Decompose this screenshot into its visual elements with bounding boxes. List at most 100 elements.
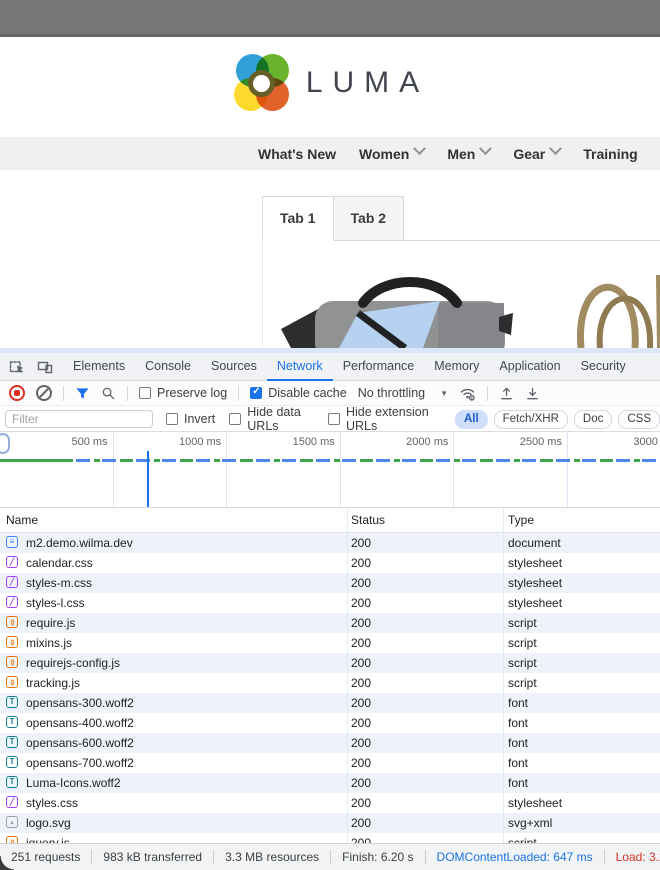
devtools-tab-label: Sources (211, 359, 257, 373)
table-row[interactable]: opensans-400.woff2 200 font (0, 713, 660, 733)
request-status: 200 (351, 553, 371, 573)
toolbar-divider (238, 386, 239, 401)
request-type-icon (6, 776, 18, 788)
nav-item[interactable]: Training (583, 146, 637, 162)
table-row[interactable]: opensans-300.woff2 200 font (0, 693, 660, 713)
export-har-icon[interactable] (525, 386, 540, 401)
filter-checkbox-group[interactable]: Hide data URLs (229, 407, 314, 432)
clear-network-log-icon[interactable] (36, 385, 52, 401)
filter-checkbox[interactable] (166, 413, 178, 425)
request-type-icon (6, 676, 18, 688)
devtools-tab[interactable]: Memory (424, 353, 489, 381)
request-type: script (508, 833, 537, 843)
timeline-tick-label: 2000 ms (406, 436, 448, 448)
column-header-status[interactable]: Status (351, 513, 385, 527)
nav-item[interactable]: Women (359, 146, 424, 162)
request-name: logo.svg (26, 813, 71, 833)
devtools-tab[interactable]: Elements (63, 353, 135, 381)
network-request-table: Name Status Type m2.demo.wilma.dev 200 d… (0, 508, 660, 843)
request-name: Luma-Icons.woff2 (26, 773, 121, 793)
request-type-icon (6, 596, 18, 608)
column-divider[interactable] (347, 508, 348, 843)
product-tab[interactable]: Tab 2 (334, 196, 405, 241)
table-row[interactable]: requirejs-config.js 200 script (0, 653, 660, 673)
luma-logo-text: LUMA (306, 66, 429, 100)
request-type: stylesheet (508, 593, 562, 613)
product-tab-label: Tab 1 (280, 210, 316, 226)
throttling-select[interactable]: No throttling ▼ (358, 386, 448, 400)
devtools-tab[interactable]: Performance (333, 353, 425, 381)
network-conditions-icon[interactable] (459, 385, 476, 402)
screen-corner (0, 856, 14, 870)
product-tab[interactable]: Tab 1 (262, 196, 334, 241)
status-bar-item-text: Load: 3.27 s (616, 850, 660, 864)
disable-cache-checkbox[interactable] (250, 387, 262, 399)
table-row[interactable]: mixins.js 200 script (0, 633, 660, 653)
devtools-tab[interactable]: Sources (201, 353, 267, 381)
nav-item-label: Women (359, 146, 409, 162)
inspect-element-icon[interactable] (9, 359, 25, 375)
record-network-log-icon[interactable] (9, 385, 25, 401)
filter-checkbox[interactable] (328, 413, 340, 425)
table-row[interactable]: Luma-Icons.woff2 200 font (0, 773, 660, 793)
preserve-log-label: Preserve log (157, 386, 227, 400)
column-divider[interactable] (503, 508, 504, 843)
nav-item[interactable]: What's New (258, 146, 336, 162)
request-type-pill-label: CSS (627, 413, 651, 425)
table-row[interactable]: opensans-700.woff2 200 font (0, 753, 660, 773)
preserve-log-checkbox[interactable] (139, 387, 151, 399)
table-row[interactable]: tracking.js 200 script (0, 673, 660, 693)
select-caret-icon: ▼ (440, 389, 448, 398)
table-row[interactable]: opensans-600.woff2 200 font (0, 733, 660, 753)
table-row[interactable]: jquery.js 200 script (0, 833, 660, 843)
preserve-log-toggle[interactable]: Preserve log (139, 386, 227, 400)
nav-item[interactable]: Men (447, 146, 490, 162)
timeline-tick: 2000 ms (341, 432, 455, 507)
request-name: m2.demo.wilma.dev (26, 533, 133, 553)
request-type-icon (6, 556, 18, 568)
request-name: require.js (26, 613, 75, 633)
filter-checkbox-group[interactable]: Hide extension URLs (328, 407, 436, 432)
request-status: 200 (351, 833, 371, 843)
disable-cache-toggle[interactable]: Disable cache (250, 386, 347, 400)
import-har-icon[interactable] (499, 386, 514, 401)
filter-checkbox[interactable] (229, 413, 241, 425)
timeline-tick-label: 1500 ms (293, 436, 335, 448)
table-row[interactable]: styles-l.css 200 stylesheet (0, 593, 660, 613)
table-row[interactable]: logo.svg 200 svg+xml (0, 813, 660, 833)
filter-input[interactable] (5, 410, 153, 428)
status-bar-item: 3.3 MB resources (214, 850, 331, 864)
devtools-tab[interactable]: Console (135, 353, 201, 381)
devtools-tab[interactable]: Security (571, 353, 636, 381)
table-row[interactable]: styles.css 200 stylesheet (0, 793, 660, 813)
request-type: script (508, 673, 537, 693)
devtools-tab[interactable]: Network (267, 353, 333, 381)
table-row[interactable]: m2.demo.wilma.dev 200 document (0, 533, 660, 553)
column-header-name[interactable]: Name (6, 513, 38, 527)
status-bar-item-text: Finish: 6.20 s (342, 850, 413, 864)
table-row[interactable]: styles-m.css 200 stylesheet (0, 573, 660, 593)
filter-checkbox-label: Hide data URLs (247, 407, 314, 432)
timeline-tick-label: 2500 ms (520, 436, 562, 448)
devtools-tab[interactable]: Application (489, 353, 570, 381)
luma-logo[interactable]: LUMA (0, 54, 660, 112)
device-toolbar-icon[interactable] (37, 359, 53, 375)
request-type-icon (6, 636, 18, 648)
filter-checkbox-group[interactable]: Invert (166, 407, 215, 432)
search-icon[interactable] (101, 386, 116, 401)
network-overview[interactable]: 500 ms 1000 ms 1500 ms 2000 ms (0, 432, 660, 508)
nav-item[interactable]: Gear (513, 146, 560, 162)
request-type-pill[interactable]: CSS (618, 410, 660, 429)
table-row[interactable]: calendar.css 200 stylesheet (0, 553, 660, 573)
table-rows: m2.demo.wilma.dev 200 document calendar.… (0, 533, 660, 843)
request-type-pill[interactable]: Fetch/XHR (494, 410, 568, 429)
filter-checkboxes: Invert Hide data URLs Hide extension URL… (166, 407, 436, 432)
table-row[interactable]: require.js 200 script (0, 613, 660, 633)
request-type-pill[interactable]: Doc (574, 410, 612, 429)
request-type-pill[interactable]: All (455, 410, 488, 429)
overview-left-handle[interactable] (0, 433, 10, 454)
column-header-type[interactable]: Type (508, 513, 534, 527)
filter-icon[interactable] (75, 386, 90, 401)
request-name: jquery.js (26, 833, 70, 843)
status-bar-item: 983 kB transferred (92, 850, 214, 864)
